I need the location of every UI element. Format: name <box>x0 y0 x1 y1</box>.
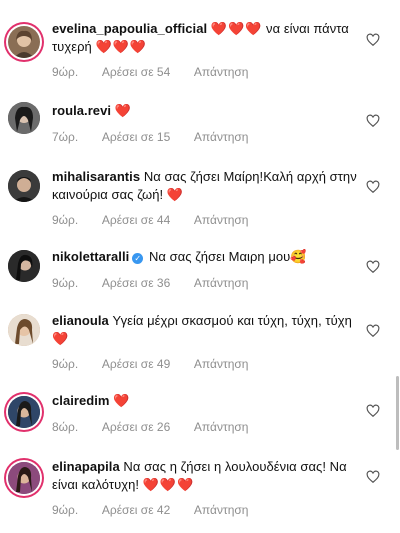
comment-body: elianoula Υγεία μέχρι σκασμού και τύχη, … <box>52 312 362 371</box>
likes-count[interactable]: Αρέσει σε 15 <box>102 130 170 144</box>
comment-body: elinapapila Να σας η ζήσει η λουλουδένια… <box>52 458 362 517</box>
username[interactable]: elinapapila <box>52 459 120 474</box>
avatar[interactable] <box>8 102 40 134</box>
avatar[interactable] <box>8 250 40 282</box>
heart-outline-icon[interactable] <box>366 260 380 274</box>
comment-text: elinapapila Να σας η ζήσει η λουλουδένια… <box>52 458 362 493</box>
username[interactable]: clairedim <box>52 393 110 408</box>
comment-meta: 9ώρ. Αρέσει σε 44 Απάντηση <box>52 213 362 227</box>
avatar[interactable] <box>8 170 40 202</box>
comment-meta: 9ώρ. Αρέσει σε 49 Απάντηση <box>52 357 362 371</box>
avatar[interactable] <box>8 26 40 58</box>
avatar[interactable] <box>8 462 40 494</box>
comment-text: elianoula Υγεία μέχρι σκασμού και τύχη, … <box>52 312 362 347</box>
likes-count[interactable]: Αρέσει σε 26 <box>102 420 170 434</box>
username[interactable]: mihalisarantis <box>52 169 140 184</box>
heart-outline-icon[interactable] <box>366 180 380 194</box>
scrollbar[interactable] <box>396 376 399 450</box>
comment-time: 9ώρ. <box>52 503 79 517</box>
heart-outline-icon[interactable] <box>366 470 380 484</box>
comment-body: nikolettaralli ✓ Να σας ζήσει Μαιρη μου🥰 … <box>52 248 362 290</box>
heart-outline-icon[interactable] <box>366 33 380 47</box>
comment-text: roula.revi ❤️ <box>52 102 362 120</box>
comment-time: 8ώρ. <box>52 419 79 434</box>
heart-emoji: ❤️❤️❤️ <box>95 38 148 54</box>
reply-button[interactable]: Απάντηση <box>194 503 249 517</box>
heart-emoji: ❤️ <box>166 186 185 202</box>
comment-text: mihalisarantis Να σας ζήσει Μαίρη!Καλή α… <box>52 168 362 203</box>
comment-meta: 8ώρ. Αρέσει σε 26 Απάντηση <box>52 420 362 434</box>
heart-outline-icon[interactable] <box>366 324 380 338</box>
comment-text: nikolettaralli ✓ Να σας ζήσει Μαιρη μου🥰 <box>52 248 362 266</box>
reply-button[interactable]: Απάντηση <box>194 420 249 434</box>
heart-emoji: ❤️❤️❤️ <box>210 21 263 36</box>
avatar[interactable] <box>8 314 40 346</box>
reply-button[interactable]: Απάντηση <box>194 357 249 371</box>
heart-emoji: ❤️❤️❤️ <box>142 476 195 492</box>
comment-body: mihalisarantis Να σας ζήσει Μαίρη!Καλή α… <box>52 168 362 227</box>
likes-count[interactable]: Αρέσει σε 54 <box>102 65 170 79</box>
comment-meta: 7ώρ. Αρέσει σε 15 Απάντηση <box>52 130 362 144</box>
comment-time: 9ώρ. <box>52 65 79 79</box>
comment-text: evelina_papoulia_official ❤️❤️❤️ να είνα… <box>52 20 362 55</box>
likes-count[interactable]: Αρέσει σε 49 <box>102 357 170 371</box>
username[interactable]: evelina_papoulia_official <box>52 21 207 36</box>
comment-body: clairedim ❤️ 8ώρ. Αρέσει σε 26 Απάντηση <box>52 392 362 434</box>
heart-outline-icon[interactable] <box>366 114 380 128</box>
heart-emoji: ❤️ <box>113 393 131 408</box>
comment-content: Υγεία μέχρι σκασμού και τύχη, τύχη, τύχη <box>112 313 352 328</box>
comment-text: clairedim ❤️ <box>52 392 362 410</box>
reply-button[interactable]: Απάντηση <box>194 276 249 290</box>
verified-badge-icon: ✓ <box>132 253 144 264</box>
comment-time: 7ώρ. <box>52 129 79 144</box>
comment-content: Να σας ζήσει Μαιρη μου <box>148 249 291 264</box>
smiling-hearts-emoji: 🥰 <box>290 249 307 264</box>
heart-emoji: ❤️ <box>52 330 70 346</box>
username[interactable]: roula.revi <box>52 103 111 118</box>
comment-time: 9ώρ. <box>52 357 79 371</box>
username[interactable]: elianoula <box>52 313 109 328</box>
likes-count[interactable]: Αρέσει σε 42 <box>102 503 170 517</box>
likes-count[interactable]: Αρέσει σε 36 <box>102 276 170 290</box>
heart-emoji: ❤️ <box>114 103 132 118</box>
comment-time: 9ώρ. <box>52 213 79 227</box>
comment-body: evelina_papoulia_official ❤️❤️❤️ να είνα… <box>52 20 362 79</box>
heart-outline-icon[interactable] <box>366 404 380 418</box>
comment-meta: 9ώρ. Αρέσει σε 42 Απάντηση <box>52 503 362 517</box>
reply-button[interactable]: Απάντηση <box>194 213 249 227</box>
comment-meta: 9ώρ. Αρέσει σε 54 Απάντηση <box>52 65 362 79</box>
comment-meta: 9ώρ. Αρέσει σε 36 Απάντηση <box>52 276 362 290</box>
comment-body: roula.revi ❤️ 7ώρ. Αρέσει σε 15 Απάντηση <box>52 102 362 144</box>
reply-button[interactable]: Απάντηση <box>194 65 249 79</box>
username[interactable]: nikolettaralli <box>52 249 129 264</box>
likes-count[interactable]: Αρέσει σε 44 <box>102 213 170 227</box>
comment-time: 9ώρ. <box>52 275 79 290</box>
avatar[interactable] <box>8 396 40 428</box>
reply-button[interactable]: Απάντηση <box>194 130 249 144</box>
